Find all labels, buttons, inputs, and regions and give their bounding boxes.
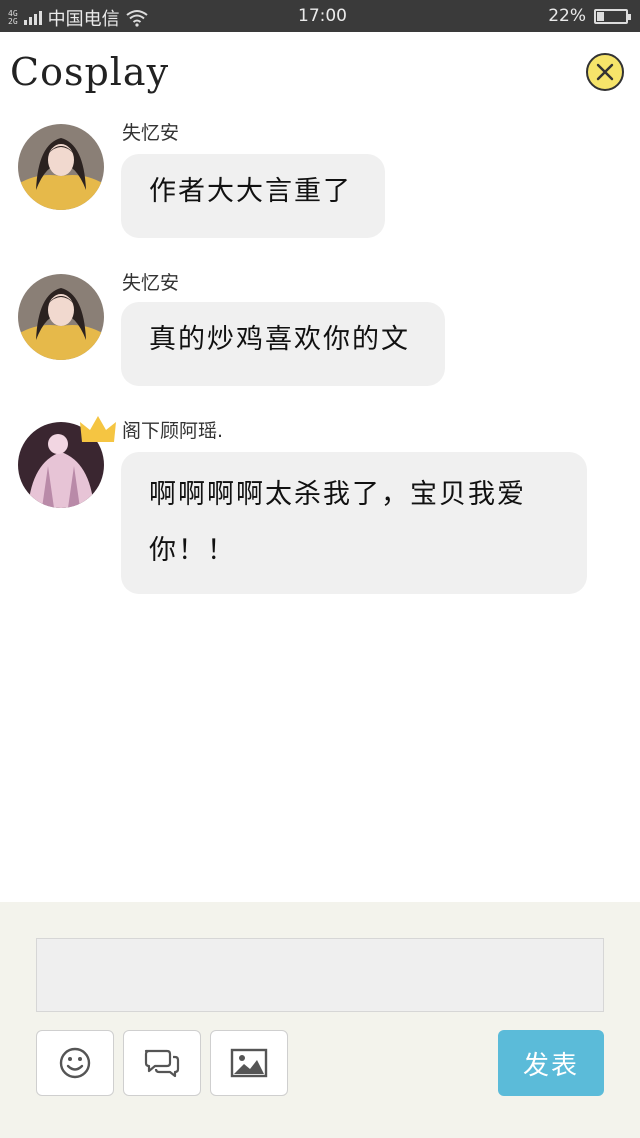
message-bubble: 作者大大言重了 bbox=[121, 154, 385, 238]
crown-icon bbox=[80, 416, 116, 442]
image-icon bbox=[230, 1048, 268, 1078]
send-button[interactable]: 发表 bbox=[498, 1030, 604, 1096]
emoji-button[interactable] bbox=[36, 1030, 114, 1096]
wifi-icon bbox=[126, 10, 148, 27]
app-logo: Cosplay bbox=[10, 50, 170, 94]
battery-icon bbox=[594, 8, 631, 24]
battery-fill bbox=[597, 11, 604, 21]
close-button[interactable] bbox=[586, 53, 624, 91]
composer-bar: 发表 bbox=[0, 902, 640, 1138]
sender-name: 失忆安 bbox=[122, 272, 180, 294]
image-button[interactable] bbox=[210, 1030, 288, 1096]
chat-button[interactable] bbox=[123, 1030, 201, 1096]
signal-icon bbox=[23, 11, 42, 25]
status-bar: 4G 2G 中国电信 17:00 22% bbox=[0, 0, 640, 32]
sender-name: 失忆安 bbox=[122, 122, 180, 144]
smiley-icon bbox=[59, 1047, 91, 1079]
network-type: 4G 2G bbox=[8, 10, 18, 26]
battery-percent: 22% bbox=[548, 6, 586, 26]
carrier-name: 中国电信 bbox=[47, 9, 120, 30]
avatar[interactable] bbox=[18, 274, 104, 360]
chat-bubbles-icon bbox=[144, 1049, 180, 1078]
message-bubble: 啊啊啊啊太杀我了，宝贝我爱你！！ bbox=[121, 452, 587, 594]
message-bubble: 真的炒鸡喜欢你的文 bbox=[121, 302, 445, 386]
sender-name: 阁下顾阿瑶. bbox=[122, 420, 224, 442]
comment-input[interactable] bbox=[36, 938, 604, 1012]
clock: 17:00 bbox=[298, 6, 347, 26]
network-bottom-label: 2G bbox=[8, 17, 18, 26]
avatar[interactable] bbox=[18, 124, 104, 210]
close-icon bbox=[596, 63, 614, 81]
